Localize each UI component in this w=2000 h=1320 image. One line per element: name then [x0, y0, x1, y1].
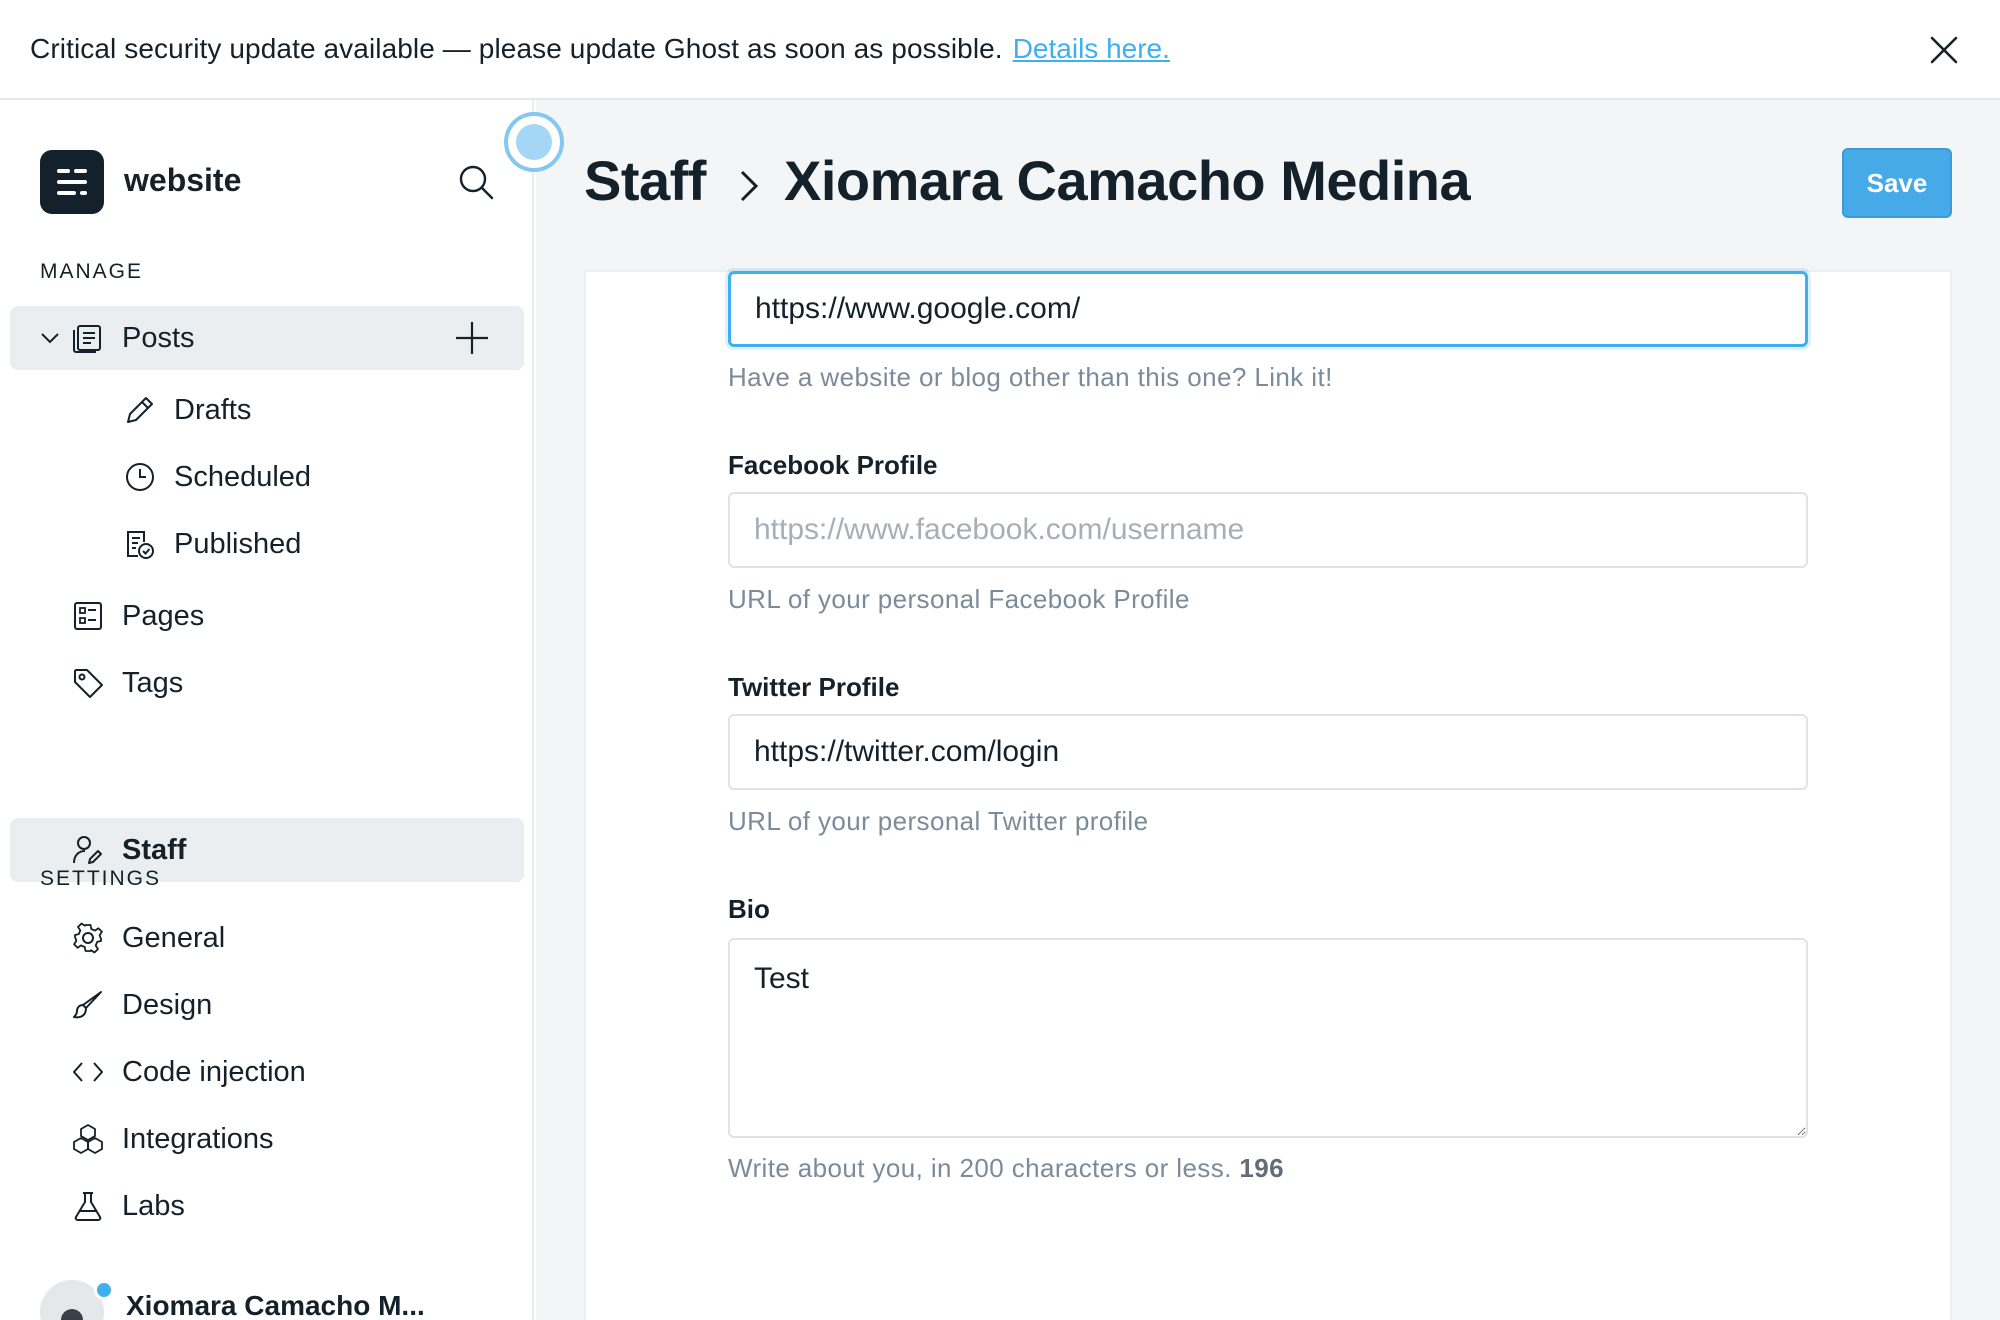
sidebar-item-general[interactable]: General [10, 906, 524, 970]
sidebar-item-label: Design [122, 988, 213, 1021]
settings-section-label: SETTINGS [40, 867, 162, 890]
site-logo[interactable] [40, 150, 104, 214]
banner-details-link[interactable]: Details here. [1013, 33, 1170, 65]
sidebar-item-label: Posts [122, 321, 195, 354]
sidebar-item-label: Pages [122, 599, 205, 632]
add-post-icon[interactable] [454, 320, 490, 356]
posts-icon [73, 325, 101, 353]
website-hint: Have a website or blog other than this o… [728, 362, 1333, 392]
cursor-indicator-dot [516, 124, 552, 160]
twitter-field[interactable] [728, 714, 1808, 790]
sidebar-item-code-injection[interactable]: Code injection [10, 1040, 524, 1104]
site-name[interactable]: website [124, 162, 241, 199]
breadcrumb-staff[interactable]: Staff [584, 148, 706, 213]
manage-section-label: MANAGE [40, 260, 144, 283]
close-icon[interactable] [1924, 30, 1964, 70]
clock-icon [126, 463, 154, 491]
website-field[interactable] [728, 271, 1808, 347]
ghost-logo-icon [57, 169, 87, 195]
sidebar-item-drafts[interactable]: Drafts [10, 378, 524, 442]
cursor-indicator [504, 112, 564, 172]
flask-icon [74, 1192, 102, 1221]
facebook-field[interactable] [728, 492, 1808, 568]
sidebar-item-scheduled[interactable]: Scheduled [10, 445, 524, 509]
sidebar-item-label: Integrations [122, 1122, 274, 1155]
sidebar-item-tags[interactable]: Tags [10, 651, 524, 715]
twitter-hint: URL of your personal Twitter profile [728, 806, 1149, 836]
status-dot [94, 1280, 114, 1300]
published-icon [127, 531, 154, 559]
sidebar-item-design[interactable]: Design [10, 973, 524, 1037]
sidebar-item-published[interactable]: Published [10, 512, 524, 576]
sidebar-item-labs[interactable]: Labs [10, 1174, 524, 1238]
chevron-down-icon[interactable] [38, 326, 62, 350]
sidebar-item-label: General [122, 921, 226, 954]
gear-icon [73, 922, 103, 954]
sidebar-item-label: Code injection [122, 1055, 306, 1088]
code-icon [73, 1062, 103, 1082]
brush-icon [73, 991, 102, 1019]
integrations-icon [73, 1124, 103, 1154]
bio-hint-text: Write about you, in 200 characters or le… [728, 1153, 1232, 1183]
bio-char-count: 196 [1239, 1153, 1284, 1183]
bio-label: Bio [728, 894, 770, 924]
user-name: Xiomara Camacho M... [126, 1290, 425, 1320]
staff-icon [73, 836, 102, 864]
page-title: Xiomara Camacho Medina [784, 149, 1471, 212]
banner-message: Critical security update available — ple… [30, 33, 1003, 64]
user-menu[interactable]: Xiomara Camacho M... [40, 1280, 520, 1320]
sidebar-item-label: Published [174, 527, 302, 560]
pages-icon [74, 602, 102, 630]
bio-hint: Write about you, in 200 characters or le… [728, 1153, 1284, 1184]
tag-icon [74, 669, 103, 698]
sidebar: website MANAGE Posts Drafts Scheduled Pu… [0, 100, 534, 1320]
chevron-right-icon [740, 170, 759, 202]
save-button[interactable]: Save [1842, 148, 1952, 218]
sidebar-item-pages[interactable]: Pages [10, 584, 524, 648]
sidebar-item-label: Tags [122, 666, 184, 699]
facebook-label: Facebook Profile [728, 450, 938, 480]
search-icon[interactable] [456, 162, 496, 202]
update-banner: Critical security update available — ple… [0, 0, 2000, 100]
pencil-icon [127, 397, 153, 423]
facebook-hint: URL of your personal Facebook Profile [728, 584, 1190, 614]
sidebar-item-posts[interactable]: Posts [10, 306, 524, 370]
sidebar-item-label: Staff [122, 833, 187, 866]
sidebar-item-integrations[interactable]: Integrations [10, 1107, 524, 1171]
sidebar-item-label: Labs [122, 1189, 185, 1222]
bio-field[interactable]: Test [728, 938, 1808, 1138]
twitter-label: Twitter Profile [728, 672, 900, 702]
sidebar-item-label: Drafts [174, 393, 252, 426]
sidebar-item-label: Scheduled [174, 460, 312, 493]
